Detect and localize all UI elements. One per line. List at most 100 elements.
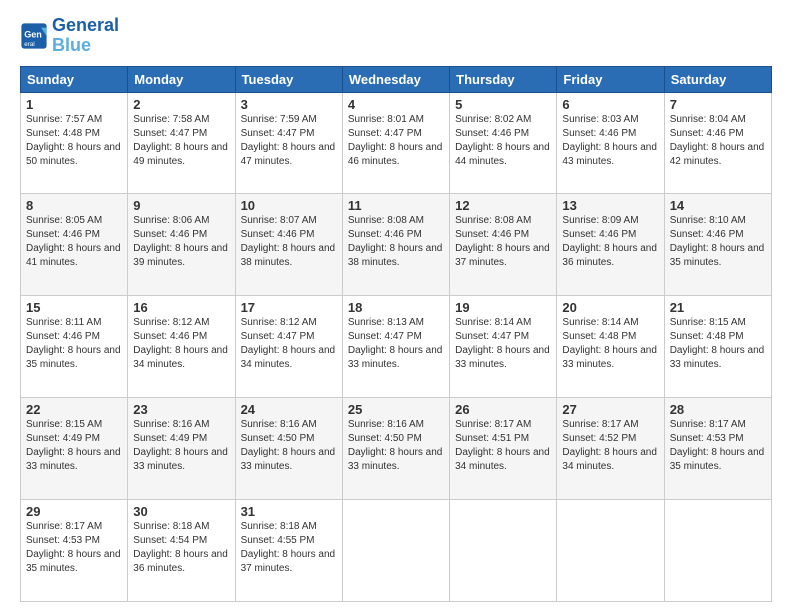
day-number: 31: [241, 504, 337, 519]
calendar-cell: 2Sunrise: 7:58 AMSunset: 4:47 PMDaylight…: [128, 92, 235, 194]
cell-info: Sunrise: 8:14 AMSunset: 4:48 PMDaylight:…: [562, 316, 658, 372]
day-number: 6: [562, 97, 658, 112]
cell-info: Sunrise: 8:08 AMSunset: 4:46 PMDaylight:…: [348, 214, 444, 270]
calendar-cell: 1Sunrise: 7:57 AMSunset: 4:48 PMDaylight…: [21, 92, 128, 194]
day-number: 30: [133, 504, 229, 519]
cell-info: Sunrise: 8:05 AMSunset: 4:46 PMDaylight:…: [26, 214, 122, 270]
day-number: 27: [562, 402, 658, 417]
calendar-cell: 18Sunrise: 8:13 AMSunset: 4:47 PMDayligh…: [342, 296, 449, 398]
calendar-cell: 19Sunrise: 8:14 AMSunset: 4:47 PMDayligh…: [450, 296, 557, 398]
day-number: 25: [348, 402, 444, 417]
week-row-2: 8Sunrise: 8:05 AMSunset: 4:46 PMDaylight…: [21, 194, 772, 296]
cell-info: Sunrise: 7:59 AMSunset: 4:47 PMDaylight:…: [241, 113, 337, 169]
col-header-friday: Friday: [557, 66, 664, 92]
cell-info: Sunrise: 8:10 AMSunset: 4:46 PMDaylight:…: [670, 214, 766, 270]
cell-info: Sunrise: 8:07 AMSunset: 4:46 PMDaylight:…: [241, 214, 337, 270]
cell-info: Sunrise: 8:13 AMSunset: 4:47 PMDaylight:…: [348, 316, 444, 372]
week-row-4: 22Sunrise: 8:15 AMSunset: 4:49 PMDayligh…: [21, 398, 772, 500]
cell-info: Sunrise: 8:12 AMSunset: 4:47 PMDaylight:…: [241, 316, 337, 372]
calendar-cell: [342, 500, 449, 602]
col-header-tuesday: Tuesday: [235, 66, 342, 92]
day-number: 11: [348, 198, 444, 213]
calendar-cell: 5Sunrise: 8:02 AMSunset: 4:46 PMDaylight…: [450, 92, 557, 194]
day-number: 16: [133, 300, 229, 315]
day-number: 3: [241, 97, 337, 112]
calendar-cell: 3Sunrise: 7:59 AMSunset: 4:47 PMDaylight…: [235, 92, 342, 194]
calendar-cell: 11Sunrise: 8:08 AMSunset: 4:46 PMDayligh…: [342, 194, 449, 296]
cell-info: Sunrise: 7:58 AMSunset: 4:47 PMDaylight:…: [133, 113, 229, 169]
cell-info: Sunrise: 8:06 AMSunset: 4:46 PMDaylight:…: [133, 214, 229, 270]
calendar-cell: 30Sunrise: 8:18 AMSunset: 4:54 PMDayligh…: [128, 500, 235, 602]
cell-info: Sunrise: 8:15 AMSunset: 4:48 PMDaylight:…: [670, 316, 766, 372]
calendar-cell: 25Sunrise: 8:16 AMSunset: 4:50 PMDayligh…: [342, 398, 449, 500]
day-number: 19: [455, 300, 551, 315]
calendar-cell: 26Sunrise: 8:17 AMSunset: 4:51 PMDayligh…: [450, 398, 557, 500]
day-number: 17: [241, 300, 337, 315]
day-number: 24: [241, 402, 337, 417]
cell-info: Sunrise: 8:17 AMSunset: 4:53 PMDaylight:…: [670, 418, 766, 474]
day-number: 18: [348, 300, 444, 315]
day-number: 1: [26, 97, 122, 112]
svg-text:Gen: Gen: [24, 29, 42, 39]
calendar-cell: [450, 500, 557, 602]
calendar-cell: 6Sunrise: 8:03 AMSunset: 4:46 PMDaylight…: [557, 92, 664, 194]
page: Gen eral General Blue SundayMondayTuesda…: [0, 0, 792, 612]
calendar-cell: 27Sunrise: 8:17 AMSunset: 4:52 PMDayligh…: [557, 398, 664, 500]
cell-info: Sunrise: 8:03 AMSunset: 4:46 PMDaylight:…: [562, 113, 658, 169]
col-header-thursday: Thursday: [450, 66, 557, 92]
day-number: 5: [455, 97, 551, 112]
cell-info: Sunrise: 8:17 AMSunset: 4:51 PMDaylight:…: [455, 418, 551, 474]
calendar-cell: 31Sunrise: 8:18 AMSunset: 4:55 PMDayligh…: [235, 500, 342, 602]
calendar-cell: 8Sunrise: 8:05 AMSunset: 4:46 PMDaylight…: [21, 194, 128, 296]
cell-info: Sunrise: 8:18 AMSunset: 4:55 PMDaylight:…: [241, 520, 337, 576]
calendar-cell: 9Sunrise: 8:06 AMSunset: 4:46 PMDaylight…: [128, 194, 235, 296]
cell-info: Sunrise: 8:09 AMSunset: 4:46 PMDaylight:…: [562, 214, 658, 270]
cell-info: Sunrise: 8:08 AMSunset: 4:46 PMDaylight:…: [455, 214, 551, 270]
cell-info: Sunrise: 8:16 AMSunset: 4:50 PMDaylight:…: [348, 418, 444, 474]
calendar-cell: 21Sunrise: 8:15 AMSunset: 4:48 PMDayligh…: [664, 296, 771, 398]
logo-text: General Blue: [52, 16, 119, 56]
calendar-cell: 15Sunrise: 8:11 AMSunset: 4:46 PMDayligh…: [21, 296, 128, 398]
calendar-cell: 17Sunrise: 8:12 AMSunset: 4:47 PMDayligh…: [235, 296, 342, 398]
calendar-cell: 7Sunrise: 8:04 AMSunset: 4:46 PMDaylight…: [664, 92, 771, 194]
col-header-saturday: Saturday: [664, 66, 771, 92]
day-number: 15: [26, 300, 122, 315]
cell-info: Sunrise: 8:11 AMSunset: 4:46 PMDaylight:…: [26, 316, 122, 372]
calendar-cell: 16Sunrise: 8:12 AMSunset: 4:46 PMDayligh…: [128, 296, 235, 398]
day-number: 2: [133, 97, 229, 112]
cell-info: Sunrise: 7:57 AMSunset: 4:48 PMDaylight:…: [26, 113, 122, 169]
col-header-sunday: Sunday: [21, 66, 128, 92]
week-row-1: 1Sunrise: 7:57 AMSunset: 4:48 PMDaylight…: [21, 92, 772, 194]
day-number: 28: [670, 402, 766, 417]
logo: Gen eral General Blue: [20, 16, 119, 56]
day-number: 12: [455, 198, 551, 213]
cell-info: Sunrise: 8:16 AMSunset: 4:50 PMDaylight:…: [241, 418, 337, 474]
day-number: 22: [26, 402, 122, 417]
day-number: 9: [133, 198, 229, 213]
week-row-5: 29Sunrise: 8:17 AMSunset: 4:53 PMDayligh…: [21, 500, 772, 602]
calendar-cell: [557, 500, 664, 602]
col-header-wednesday: Wednesday: [342, 66, 449, 92]
day-number: 20: [562, 300, 658, 315]
calendar-table: SundayMondayTuesdayWednesdayThursdayFrid…: [20, 66, 772, 602]
calendar-cell: 22Sunrise: 8:15 AMSunset: 4:49 PMDayligh…: [21, 398, 128, 500]
day-number: 21: [670, 300, 766, 315]
day-number: 7: [670, 97, 766, 112]
cell-info: Sunrise: 8:18 AMSunset: 4:54 PMDaylight:…: [133, 520, 229, 576]
day-number: 4: [348, 97, 444, 112]
cell-info: Sunrise: 8:04 AMSunset: 4:46 PMDaylight:…: [670, 113, 766, 169]
calendar-cell: 29Sunrise: 8:17 AMSunset: 4:53 PMDayligh…: [21, 500, 128, 602]
day-number: 10: [241, 198, 337, 213]
calendar-cell: [664, 500, 771, 602]
header: Gen eral General Blue: [20, 16, 772, 56]
day-number: 26: [455, 402, 551, 417]
cell-info: Sunrise: 8:15 AMSunset: 4:49 PMDaylight:…: [26, 418, 122, 474]
calendar-cell: 28Sunrise: 8:17 AMSunset: 4:53 PMDayligh…: [664, 398, 771, 500]
col-header-monday: Monday: [128, 66, 235, 92]
cell-info: Sunrise: 8:17 AMSunset: 4:53 PMDaylight:…: [26, 520, 122, 576]
day-number: 13: [562, 198, 658, 213]
cell-info: Sunrise: 8:12 AMSunset: 4:46 PMDaylight:…: [133, 316, 229, 372]
calendar-cell: 4Sunrise: 8:01 AMSunset: 4:47 PMDaylight…: [342, 92, 449, 194]
calendar-cell: 14Sunrise: 8:10 AMSunset: 4:46 PMDayligh…: [664, 194, 771, 296]
cell-info: Sunrise: 8:14 AMSunset: 4:47 PMDaylight:…: [455, 316, 551, 372]
